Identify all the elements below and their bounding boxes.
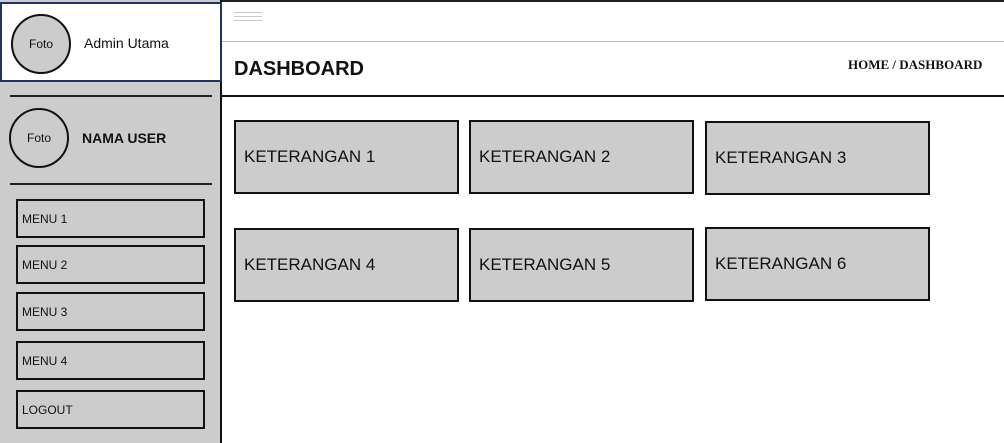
sidebar-divider <box>10 95 212 97</box>
info-card-label: KETERANGAN 1 <box>244 147 376 166</box>
sidebar-divider <box>10 183 212 185</box>
admin-avatar-label: Foto <box>28 37 53 51</box>
admin-avatar: Foto <box>11 14 71 74</box>
info-card-6[interactable]: KETERANGAN 6 <box>705 227 930 301</box>
brand-header: Foto Admin Utama <box>0 2 222 82</box>
info-card-label: KETERANGAN 6 <box>715 254 847 273</box>
info-card-3[interactable]: KETERANGAN 3 <box>705 121 930 195</box>
sidebar-item-label: MENU 2 <box>22 257 68 272</box>
info-card-label: KETERANGAN 2 <box>479 147 611 166</box>
info-card-5[interactable]: KETERANGAN 5 <box>469 228 694 302</box>
info-card-label: KETERANGAN 4 <box>244 255 376 274</box>
sidebar-item-label: MENU 4 <box>22 353 68 368</box>
header-divider <box>222 95 1004 97</box>
info-card-1[interactable]: KETERANGAN 1 <box>234 120 459 194</box>
info-card-label: KETERANGAN 5 <box>479 255 611 274</box>
hamburger-menu-icon[interactable] <box>234 12 262 22</box>
sidebar-item-label: MENU 1 <box>22 211 68 226</box>
logout-label: LOGOUT <box>22 402 73 417</box>
user-avatar: Foto <box>9 108 69 168</box>
user-avatar-label: Foto <box>26 131 51 145</box>
info-card-label: KETERANGAN 3 <box>715 148 847 167</box>
logout-button[interactable]: LOGOUT <box>16 390 205 429</box>
info-card-4[interactable]: KETERANGAN 4 <box>234 228 459 302</box>
top-bar <box>222 0 1004 42</box>
sidebar-item-label: MENU 3 <box>22 304 68 319</box>
sidebar-item-menu-3[interactable]: MENU 3 <box>16 292 205 331</box>
info-card-2[interactable]: KETERANGAN 2 <box>469 120 694 194</box>
sidebar-item-menu-1[interactable]: MENU 1 <box>16 199 205 238</box>
page-title: DASHBOARD <box>234 58 364 80</box>
sidebar-item-menu-4[interactable]: MENU 4 <box>16 341 205 380</box>
breadcrumb[interactable]: HOME / DASHBOARD <box>848 57 982 73</box>
admin-name: Admin Utama <box>84 35 169 51</box>
sidebar-item-menu-2[interactable]: MENU 2 <box>16 245 205 284</box>
user-name: NAMA USER <box>82 130 167 146</box>
